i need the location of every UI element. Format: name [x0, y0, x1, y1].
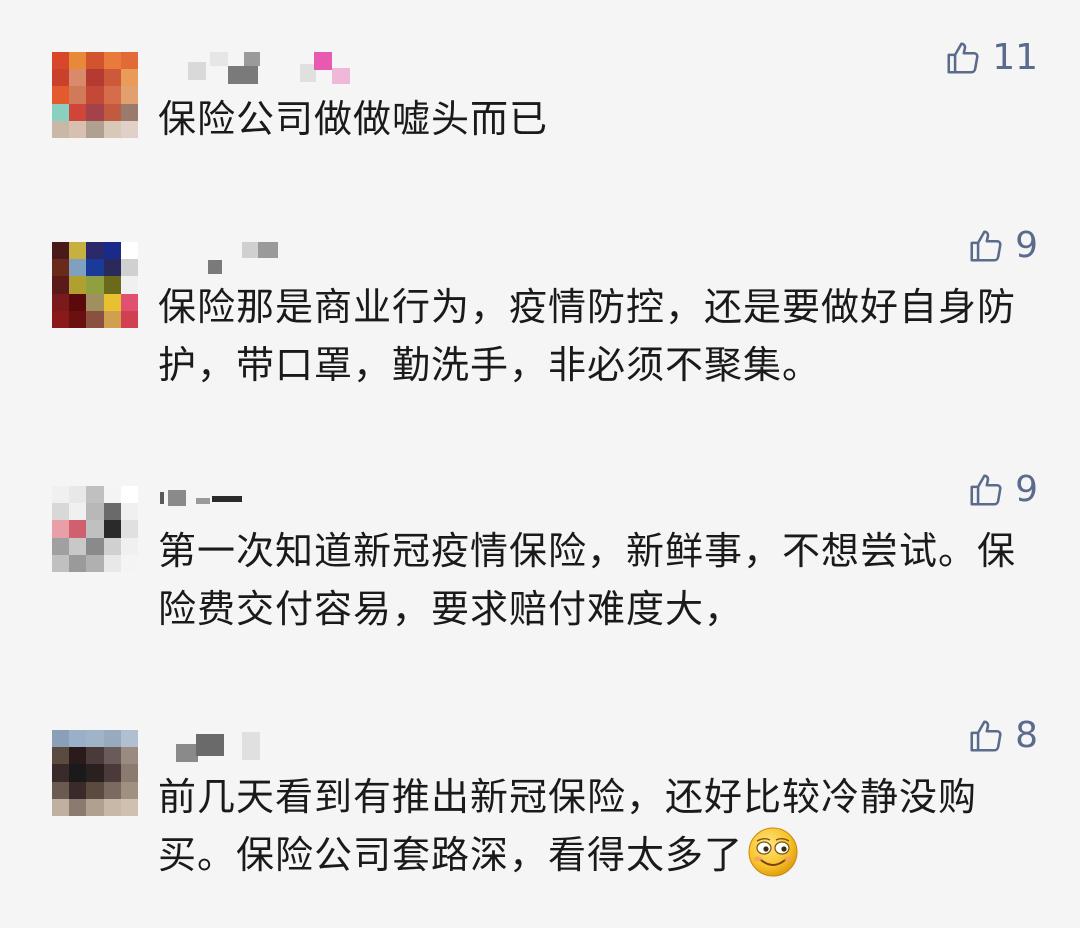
username[interactable]	[160, 730, 400, 762]
like-button[interactable]: 9	[967, 470, 1038, 510]
comment-text: 前几天看到有推出新冠保险，还好比较冷静没购买。保险公司套路深，看得太多了	[158, 768, 1048, 884]
username[interactable]	[160, 52, 400, 84]
avatar[interactable]	[52, 52, 138, 138]
comment-text: 第一次知道新冠疫情保险，新鲜事，不想尝试。保险费交付容易，要求赔付难度大，	[158, 529, 1017, 631]
like-button[interactable]: 11	[944, 38, 1038, 78]
username[interactable]	[160, 242, 400, 274]
comment-text-body: 前几天看到有推出新冠保险，还好比较冷静没购买。保险公司套路深，看得太多了	[158, 775, 978, 877]
like-button[interactable]: 9	[967, 226, 1038, 266]
comment-text: 保险那是商业行为，疫情防控，还是要做好自身防护，带口罩，勤洗手，非必须不聚集。	[158, 285, 1017, 387]
like-count: 9	[1015, 225, 1038, 266]
avatar[interactable]	[52, 486, 138, 572]
thumbs-up-icon	[967, 471, 1005, 509]
like-count: 9	[1015, 469, 1038, 510]
like-button[interactable]: 8	[967, 716, 1038, 756]
like-count: 11	[992, 37, 1038, 78]
username[interactable]	[160, 486, 400, 516]
like-count: 8	[1015, 715, 1038, 756]
avatar[interactable]	[52, 730, 138, 816]
thumbs-up-icon	[944, 39, 982, 77]
grinning-face-emoji-icon	[747, 826, 799, 878]
comment-text: 保险公司做做嘘头而已	[158, 97, 549, 141]
avatar[interactable]	[52, 242, 138, 328]
thumbs-up-icon	[967, 227, 1005, 265]
thumbs-up-icon	[967, 717, 1005, 755]
